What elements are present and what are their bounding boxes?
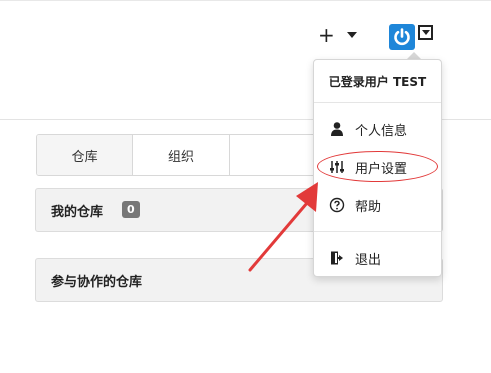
menu-item-label: 个人信息 <box>355 123 408 139</box>
menu-item-profile[interactable]: 个人信息 <box>314 115 441 143</box>
panel-title: 参与协作的仓库 <box>51 275 143 290</box>
sign-out-icon <box>329 250 345 266</box>
create-dropdown-caret-icon[interactable] <box>347 32 357 38</box>
chevron-down-icon <box>422 30 430 35</box>
menu-item-label: 退出 <box>355 252 382 268</box>
user-avatar[interactable] <box>389 24 415 50</box>
signed-in-header: 已登录用户 TEST <box>328 74 427 89</box>
create-plus-icon[interactable]: + <box>318 25 335 45</box>
help-circle-icon <box>329 197 345 213</box>
dashboard-tabs: 仓库 组织 <box>36 134 326 176</box>
dropdown-arrow <box>407 52 421 59</box>
repo-count-badge: 0 <box>122 201 140 218</box>
divider <box>314 231 441 232</box>
divider <box>314 102 441 103</box>
user-menu-toggle[interactable] <box>418 25 433 40</box>
tab-other[interactable] <box>230 135 325 175</box>
menu-item-logout[interactable]: 退出 <box>314 244 441 272</box>
power-icon <box>394 28 410 46</box>
menu-item-help[interactable]: 帮助 <box>314 191 441 219</box>
panel-title: 我的仓库 <box>51 205 104 220</box>
menu-item-label: 帮助 <box>355 199 382 215</box>
tab-organizations[interactable]: 组织 <box>133 135 230 175</box>
user-icon <box>329 121 345 137</box>
highlight-ellipse <box>317 151 438 182</box>
tab-repositories[interactable]: 仓库 <box>37 135 134 175</box>
